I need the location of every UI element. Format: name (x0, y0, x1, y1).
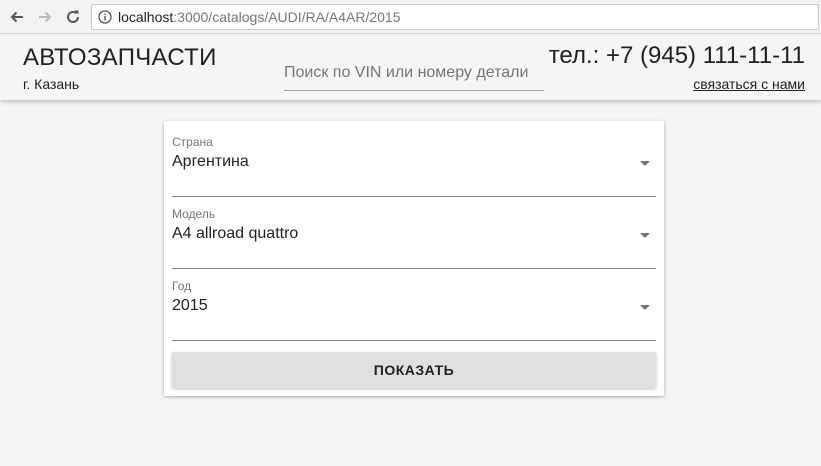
reload-icon (67, 10, 79, 23)
contact-link[interactable]: связаться с нами (693, 76, 805, 92)
show-button[interactable]: ПОКАЗАТЬ (172, 352, 656, 388)
url-text: localhost:3000/catalogs/AUDI/RA/A4AR/201… (118, 9, 401, 25)
reload-button[interactable] (62, 6, 84, 28)
brand-title[interactable]: АВТОЗАПЧАСТИ (23, 44, 217, 72)
city-label: г. Казань (23, 76, 80, 92)
catalog-filter-card: Страна Аргентина Модель A4 allroad quatt… (164, 121, 664, 396)
year-select[interactable]: Год 2015 (172, 279, 656, 341)
model-select[interactable]: Модель A4 allroad quattro (172, 207, 656, 269)
arrow-left-icon (10, 11, 23, 23)
dropdown-arrow-icon[interactable] (640, 233, 650, 238)
info-icon[interactable] (98, 10, 112, 24)
address-bar[interactable]: localhost:3000/catalogs/AUDI/RA/A4AR/201… (91, 4, 819, 30)
field-underline (172, 340, 656, 341)
field-underline (172, 268, 656, 269)
model-value: A4 allroad quattro (172, 225, 299, 242)
country-select[interactable]: Страна Аргентина (172, 135, 656, 197)
field-underline (172, 196, 656, 197)
browser-toolbar: localhost:3000/catalogs/AUDI/RA/A4AR/201… (0, 0, 821, 34)
country-label: Страна (172, 135, 213, 149)
phone-number: тел.: +7 (945) 111-11-11 (548, 42, 805, 69)
dropdown-arrow-icon[interactable] (640, 161, 650, 166)
search-field[interactable] (284, 57, 544, 91)
year-label: Год (172, 279, 192, 293)
year-value: 2015 (172, 297, 208, 314)
back-button[interactable] (6, 6, 28, 28)
app-header: АВТОЗАПЧАСТИ г. Казань тел.: +7 (945) 11… (0, 35, 821, 100)
forward-button[interactable] (34, 6, 56, 28)
url-path: :3000/catalogs/AUDI/RA/A4AR/2015 (173, 9, 401, 25)
dropdown-arrow-icon[interactable] (640, 305, 650, 310)
country-value: Аргентина (172, 153, 249, 170)
url-host: localhost (118, 9, 174, 25)
arrow-right-icon (39, 11, 52, 23)
model-label: Модель (172, 207, 216, 221)
search-input[interactable] (284, 57, 544, 89)
